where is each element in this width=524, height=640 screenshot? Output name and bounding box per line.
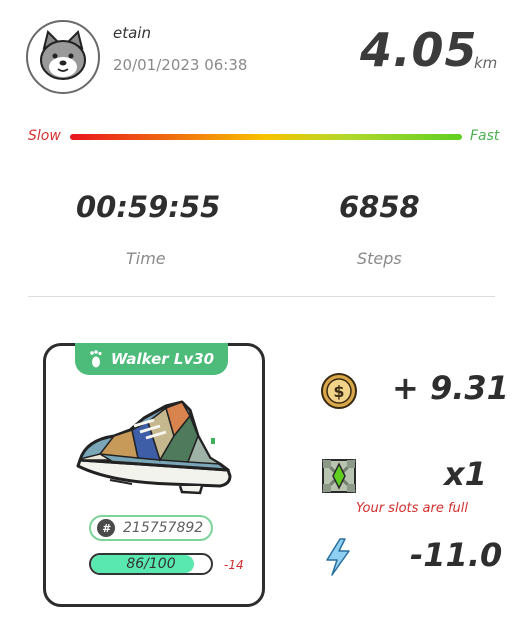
avatar[interactable] xyxy=(26,20,100,94)
shiba-dog-avatar-icon xyxy=(40,30,86,80)
steps-value: 6858 xyxy=(339,190,420,224)
mystery-box-icon xyxy=(321,458,357,494)
sneaker-id-pill: # 215757892 xyxy=(89,515,213,541)
gst-earned-value: + 9.31 xyxy=(392,369,509,407)
mystery-box-count: x1 xyxy=(444,455,487,493)
lightning-icon xyxy=(326,538,350,576)
distance-unit: km xyxy=(474,54,498,72)
sneaker-id: 215757892 xyxy=(123,520,204,536)
energy-spent-value: -11.0 xyxy=(410,536,503,574)
gst-coin-icon: $ xyxy=(321,373,357,409)
slots-full-notice: Your slots are full xyxy=(356,501,469,516)
time-label: Time xyxy=(126,249,166,268)
durability-change: -14 xyxy=(224,558,244,572)
divider xyxy=(28,296,495,297)
svg-text:$: $ xyxy=(333,382,344,401)
username: etain xyxy=(113,24,151,42)
time-value: 00:59:55 xyxy=(76,190,221,224)
sneaker-type-badge: Walker Lv30 xyxy=(75,343,228,375)
steps-label: Steps xyxy=(357,249,402,268)
speed-slow-label: Slow xyxy=(28,128,61,144)
durability-text: 86/100 xyxy=(126,556,176,572)
sneaker-type-label: Walker Lv30 xyxy=(110,350,215,368)
speed-fast-label: Fast xyxy=(470,128,500,144)
run-datetime: 20/01/2023 06:38 xyxy=(113,56,248,74)
hash-icon: # xyxy=(97,519,115,537)
distance-value: 4.05 xyxy=(360,23,478,77)
sneaker-image xyxy=(76,400,232,495)
footprint-icon xyxy=(90,350,102,368)
speed-gradient-bar xyxy=(70,134,462,140)
